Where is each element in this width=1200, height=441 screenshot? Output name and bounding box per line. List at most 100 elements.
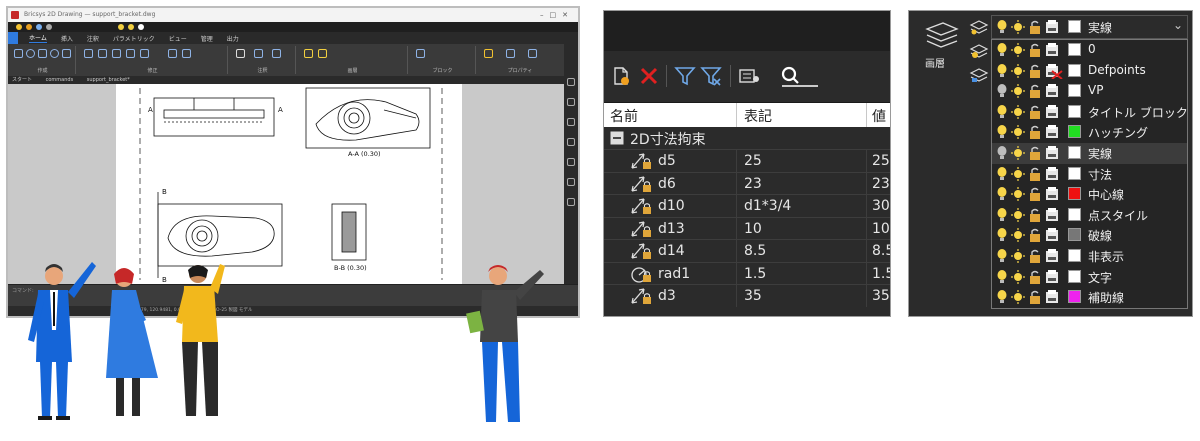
layer-color-swatch[interactable] — [1068, 228, 1081, 242]
layer-color-icon[interactable] — [138, 24, 144, 30]
clear-filter-icon[interactable] — [700, 65, 722, 87]
layer-state-icons[interactable] — [996, 207, 1066, 223]
tab-annotate[interactable]: 注釈 — [87, 34, 99, 43]
parameter-row[interactable]: d10 d1*3/4 30 — [604, 194, 890, 217]
layer-item[interactable]: 点スタイル — [992, 205, 1187, 226]
tab-output[interactable]: 出力 — [227, 34, 239, 43]
layer-state-icons[interactable] — [996, 104, 1066, 120]
doc-tab-support-bracket[interactable]: support_bracket* — [87, 77, 130, 83]
layer-state-icons[interactable] — [996, 289, 1066, 305]
parameter-expression[interactable]: d1*3/4 — [744, 198, 791, 214]
layer-item[interactable]: 0 — [992, 40, 1187, 61]
parameter-row[interactable]: d5 25 25 — [604, 149, 890, 172]
collapse-icon[interactable] — [610, 131, 624, 145]
column-header-expression[interactable]: 表記 — [744, 106, 772, 126]
arc-tool-icon[interactable] — [50, 49, 59, 58]
delete-parameter-icon[interactable] — [638, 65, 660, 87]
layer-item[interactable]: VP — [992, 81, 1187, 102]
layer-color-swatch[interactable] — [1068, 145, 1081, 159]
layer-state-icons[interactable] — [996, 227, 1066, 243]
layer-isolate-icon[interactable] — [969, 43, 989, 59]
parameter-row[interactable]: d14 8.5 8.5 — [604, 239, 890, 262]
parameter-expression[interactable]: 23 — [744, 176, 762, 192]
parameter-expression[interactable]: 10 — [744, 221, 762, 237]
parameter-expression[interactable]: 1.5 — [744, 266, 766, 282]
utilities-icon[interactable] — [528, 49, 537, 58]
layer-state-icons[interactable] — [996, 186, 1066, 202]
layer-state-icons[interactable] — [996, 269, 1066, 285]
layer-item[interactable]: Defpoints — [992, 61, 1187, 82]
layer-state-icon[interactable] — [318, 49, 327, 58]
new-parameter-icon[interactable] — [610, 65, 632, 87]
new-file-icon[interactable] — [16, 24, 22, 30]
parameter-expression[interactable]: 25 — [744, 153, 762, 169]
layer-color-swatch[interactable] — [1068, 207, 1081, 221]
dimension-tool-icon[interactable] — [254, 49, 263, 58]
layer-color-swatch[interactable] — [1068, 248, 1081, 262]
column-header-value[interactable]: 値 — [872, 106, 886, 126]
layer-item[interactable]: 実線 — [992, 142, 1187, 164]
properties-panel-icon[interactable] — [567, 78, 575, 86]
undo-icon[interactable] — [46, 24, 52, 30]
params-panel-icon[interactable] — [567, 198, 575, 206]
layer-color-swatch[interactable] — [1068, 187, 1081, 201]
rectangle-tool-icon[interactable] — [62, 49, 71, 58]
group-row-2d-dimension-constraints[interactable]: 2D寸法拘束 — [604, 127, 890, 149]
layer-state-icons[interactable] — [996, 124, 1066, 140]
column-divider[interactable] — [736, 103, 737, 127]
doc-tab-commands[interactable]: commands — [46, 77, 74, 83]
scale-tool-icon[interactable] — [140, 49, 149, 58]
layer-item[interactable]: 文字 — [992, 267, 1187, 288]
filter-icon[interactable] — [674, 65, 696, 87]
trim-tool-icon[interactable] — [168, 49, 177, 58]
parameter-row[interactable]: rad1 1.5 1.5 — [604, 261, 890, 285]
layer-item[interactable]: ハッチング — [992, 122, 1187, 143]
manage-blocks-icon[interactable] — [738, 65, 760, 87]
layer-item[interactable]: 非表示 — [992, 246, 1187, 267]
layer-color-swatch[interactable] — [1068, 84, 1081, 98]
tab-home[interactable]: ホーム — [29, 33, 47, 43]
extend-tool-icon[interactable] — [182, 49, 191, 58]
layer-color-swatch[interactable] — [1068, 63, 1081, 77]
layer-color-swatch[interactable] — [1068, 43, 1081, 56]
column-divider[interactable] — [866, 103, 867, 127]
text-tool-icon[interactable] — [236, 49, 245, 58]
layer-item[interactable]: 寸法 — [992, 164, 1187, 185]
search-icon[interactable] — [780, 65, 820, 87]
tab-parametric[interactable]: パラメトリック — [113, 34, 155, 43]
layer-color-swatch[interactable] — [1068, 166, 1081, 180]
layer-previous-icon[interactable] — [969, 67, 989, 83]
layer-item[interactable]: タイトル ブロック — [992, 102, 1188, 123]
layer-color-swatch[interactable] — [1068, 290, 1081, 304]
layer-properties-icon[interactable] — [304, 49, 313, 58]
move-tool-icon[interactable] — [84, 49, 93, 58]
attach-panel-icon[interactable] — [567, 138, 575, 146]
copy-tool-icon[interactable] — [98, 49, 107, 58]
open-file-icon[interactable] — [26, 24, 32, 30]
group-icon[interactable] — [506, 49, 515, 58]
layers-panel-label[interactable]: 画層 — [925, 55, 945, 70]
layer-state-icons[interactable] — [996, 248, 1066, 264]
layers-panel-icon[interactable] — [567, 98, 575, 106]
column-header-name[interactable]: 名前 — [610, 106, 638, 126]
layer-stack-icon[interactable] — [923, 19, 959, 53]
layer-color-swatch[interactable] — [1068, 269, 1081, 283]
layer-state-icons[interactable] — [996, 83, 1066, 99]
parameter-expression[interactable]: 8.5 — [744, 243, 766, 259]
tab-insert[interactable]: 挿入 — [61, 34, 73, 43]
doc-tab-start[interactable]: スタート — [12, 77, 32, 83]
chevron-down-icon[interactable]: ⌄ — [1173, 18, 1183, 32]
layer-item[interactable]: 破線 — [992, 225, 1187, 246]
parameter-row[interactable]: d6 23 23 — [604, 171, 890, 195]
layer-bulb-icon[interactable] — [118, 24, 124, 30]
formula-panel-icon[interactable] — [567, 178, 575, 186]
layer-item[interactable]: 中心線 — [992, 184, 1187, 205]
layer-state-icons[interactable] — [996, 166, 1066, 182]
layer-state-icons[interactable] — [996, 42, 1066, 58]
leader-tool-icon[interactable] — [272, 49, 281, 58]
layer-item[interactable]: 補助線 — [992, 287, 1187, 308]
line-tool-icon[interactable] — [14, 49, 23, 58]
polyline-tool-icon[interactable] — [38, 49, 47, 58]
layer-color-swatch[interactable] — [1068, 104, 1081, 118]
sheet-panel-icon[interactable] — [567, 158, 575, 166]
